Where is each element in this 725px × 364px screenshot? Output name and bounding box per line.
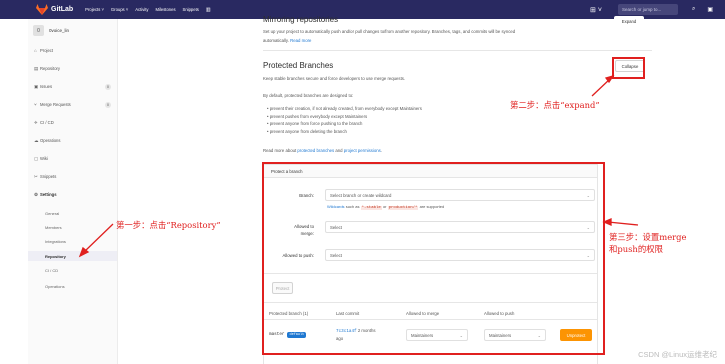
sidebar-item-project[interactable]: ⌂ Project [28,45,117,56]
sidebar-item-label: Snippets [40,174,57,179]
mirroring-description-2: automatically. Read more [263,38,312,43]
sidebar-item-label: Settings [40,192,57,197]
search-input[interactable]: Search or jump to... [617,4,678,15]
gitlab-fox-icon [36,4,48,15]
settings-sub-repository[interactable]: Repository [28,251,117,261]
annotation-box-collapse [612,57,645,79]
annotation-step3: 第三步：设置merge 和push的权限 [609,232,687,254]
settings-sub-integrations[interactable]: Integrations [28,236,117,246]
sidebar-item-merge-requests[interactable]: ⑂ Merge Requests 0 [28,99,117,110]
nav-projects[interactable]: Projects ˅ [85,7,104,13]
merge-requests-count: 0 [105,101,111,108]
todo-icon[interactable]: ▣ [707,6,713,13]
read-more-link[interactable]: Read more [290,38,311,43]
sidebar-item-snippets[interactable]: ✂ Snippets [28,171,117,182]
watermark: CSDN @Linux运维老纪 [638,350,717,359]
settings-sub-members[interactable]: Members [28,222,117,232]
list-item: prevent pushes from everybody except Mai… [267,113,422,121]
search-icon[interactable]: ⌕ [692,6,695,13]
annotation-step1: 第一步：点击“Repository” [116,220,221,230]
settings-sub-ci-cd[interactable]: CI / CD [28,265,117,275]
sidebar-item-repository[interactable]: ▤ Repository [28,63,117,74]
list-item: prevent anyone from deleting the branch [267,128,422,136]
protected-description: Keep stable branches secure and force de… [263,76,406,81]
logo-text: GitLab [51,6,74,13]
app-root: GitLab Projects ˅ Groups ˅ Activity Mile… [0,0,725,364]
section-divider [263,50,652,51]
nav-groups[interactable]: Groups ˅ [111,7,128,13]
sidebar-item-ci-cd[interactable]: ✈ CI / CD [28,117,117,128]
avatar: 0 [33,25,44,36]
sidebar-item-label: Project [40,48,54,53]
sidebar-item-label: Issues [40,84,53,89]
sidebar-item-label: CI / CD [40,120,54,125]
read-more-text: Read more about protected branches and p… [263,148,382,153]
topbar-icons: ⌕ ▣ [692,6,713,13]
sidebar-item-issues[interactable]: ▣ Issues 0 [28,81,117,92]
protected-branches-link[interactable]: protected branches [297,148,334,153]
sidebar-item-operations[interactable]: ☁ Operations [28,135,117,146]
gitlab-logo[interactable]: GitLab [36,4,73,15]
mirroring-description: Set up your project to automatically pus… [263,29,516,34]
project-permissions-link[interactable]: project permissions [344,148,381,153]
protected-bullets: prevent their creation, if not already c… [267,105,422,135]
sidebar-item-label: Merge Requests [40,102,71,107]
settings-sub-general[interactable]: General [28,208,117,218]
sidebar: 0 0voice_lin ⌂ Project ▤ Repository ▣ Issue… [28,19,118,364]
topbar-right: ⊞ ˅ Search or jump to... ⌕ ▣ [590,0,725,19]
main-nav: Projects ˅ Groups ˅ Activity Milestones … [85,7,210,13]
annotation-step2: 第二步：点击“expand” [510,100,600,110]
list-item: prevent anyone from force pushing to the… [267,120,422,128]
sidebar-item-label: Operations [40,138,61,143]
protected-branches-title: Protected Branches [263,61,334,70]
list-item: prevent their creation, if not already c… [267,105,422,113]
issues-count: 0 [105,83,111,90]
sidebar-item-settings[interactable]: ⚙ Settings [28,189,117,200]
nav-milestones[interactable]: Milestones [156,7,176,13]
sidebar-item-label: Wiki [40,156,48,161]
sidebar-item-wiki[interactable]: ▢ Wiki [28,153,117,164]
settings-sub-operations[interactable]: Operations [28,281,117,291]
chart-icon[interactable]: ▥ [206,7,211,13]
mirroring-expand-button[interactable]: Expand [614,16,644,27]
sidebar-project[interactable]: 0 0voice_lin [28,19,117,36]
new-dropdown-icon[interactable]: ⊞ ˅ [590,6,602,14]
nav-activity[interactable]: Activity [135,7,148,13]
mirroring-title: Mirroring repositories [263,15,339,24]
protected-intro: By default, protected branches are desig… [263,93,354,98]
sidebar-item-label: Repository [40,66,61,71]
project-name: 0voice_lin [49,28,70,33]
annotation-box-form [262,162,605,355]
nav-snippets[interactable]: Snippets [183,7,199,13]
